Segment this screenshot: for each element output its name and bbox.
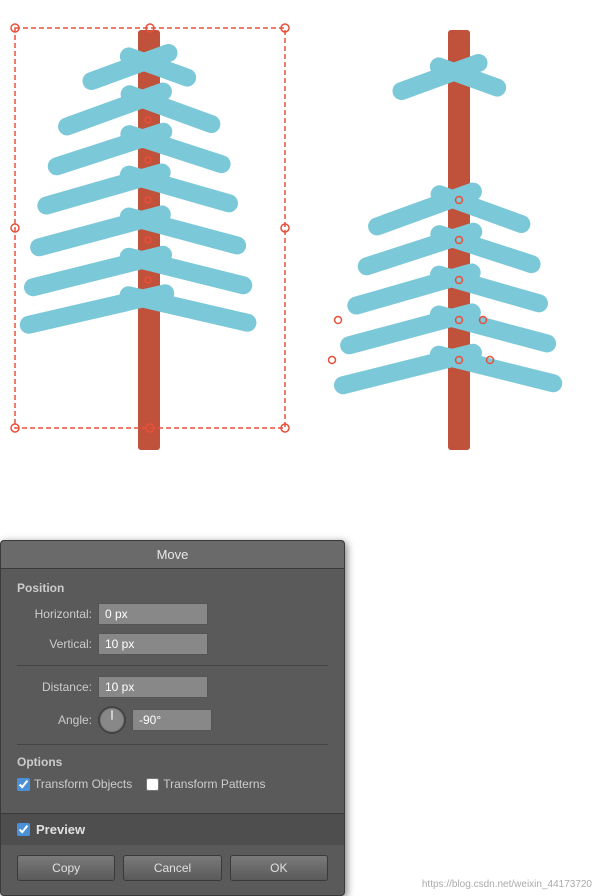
vertical-label: Vertical: [17,637,92,651]
horizontal-input[interactable] [98,603,208,625]
dialog-title: Move [1,541,344,569]
vertical-row: Vertical: [17,633,328,655]
left-tree [11,24,289,450]
angle-dial[interactable] [98,706,126,734]
preview-label: Preview [36,822,85,837]
copy-button[interactable]: Copy [17,855,115,881]
transform-patterns-label: Transform Patterns [163,777,265,791]
angle-input[interactable] [132,709,212,731]
cancel-button[interactable]: Cancel [123,855,221,881]
distance-label: Distance: [17,680,92,694]
horizontal-label: Horizontal: [17,607,92,621]
transform-objects-checkbox[interactable] [17,778,30,791]
move-dialog: Move Position Horizontal: Vertical: Dist… [0,540,345,896]
preview-section: Preview [1,813,344,845]
angle-label: Angle: [17,713,92,727]
options-label: Options [17,755,328,769]
right-tree [329,30,565,450]
divider-2 [17,744,328,745]
transform-patterns-item[interactable]: Transform Patterns [146,777,265,791]
options-section: Options Transform Objects Transform Patt… [17,755,328,791]
transform-patterns-checkbox[interactable] [146,778,159,791]
transform-objects-label: Transform Objects [34,777,132,791]
divider-1 [17,665,328,666]
ok-button[interactable]: OK [230,855,328,881]
vertical-input[interactable] [98,633,208,655]
distance-row: Distance: [17,676,328,698]
transform-objects-item[interactable]: Transform Objects [17,777,132,791]
horizontal-row: Horizontal: [17,603,328,625]
checkbox-row: Transform Objects Transform Patterns [17,777,328,791]
watermark: https://blog.csdn.net/weixin_44173720 [422,879,592,890]
position-section-label: Position [17,581,328,595]
distance-input[interactable] [98,676,208,698]
angle-row: Angle: [17,706,328,734]
buttons-row: Copy Cancel OK [1,845,344,895]
trees-svg [0,0,600,450]
preview-checkbox[interactable] [17,823,30,836]
canvas-area [0,0,600,450]
